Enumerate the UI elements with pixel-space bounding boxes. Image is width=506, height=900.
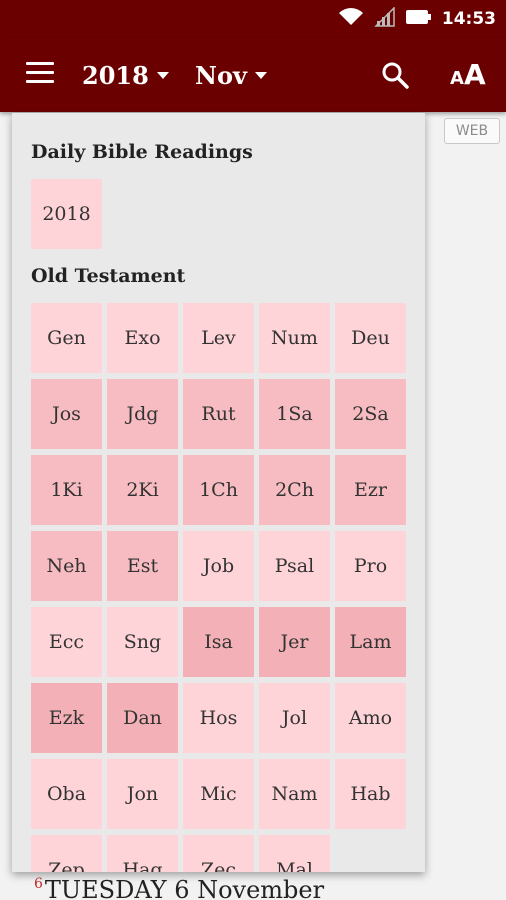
- book-tile-rut[interactable]: Rut: [183, 379, 254, 449]
- date-superscript: 6: [34, 876, 43, 892]
- book-tile-2ch[interactable]: 2Ch: [259, 455, 330, 525]
- font-size-small-glyph: A: [450, 68, 464, 89]
- status-bar: 14:53: [0, 0, 506, 38]
- book-grid: Gen Exo Lev Num Deu Jos Jdg Rut 1Sa 2Sa 1Ki 2Ki 1Ch 2…: [31, 303, 407, 872]
- book-tile-mic[interactable]: Mic: [183, 759, 254, 829]
- book-tile-1ch[interactable]: 1Ch: [183, 455, 254, 525]
- reading-date-heading: 6TUESDAY 6 November: [34, 876, 324, 900]
- book-tile-dan[interactable]: Dan: [107, 683, 178, 753]
- font-size-icon[interactable]: A A: [450, 58, 486, 92]
- book-tile-jol[interactable]: Jol: [259, 683, 330, 753]
- month-dropdown-label: Nov: [195, 60, 247, 90]
- battery-icon: [405, 9, 432, 29]
- book-tile-ezk[interactable]: Ezk: [31, 683, 102, 753]
- book-tile-2ki[interactable]: 2Ki: [107, 455, 178, 525]
- hamburger-menu-icon[interactable]: [26, 62, 54, 84]
- app-bar: 2018 Nov A A: [0, 38, 506, 112]
- book-tile-job[interactable]: Job: [183, 531, 254, 601]
- book-tile-psal[interactable]: Psal: [259, 531, 330, 601]
- book-tile-num[interactable]: Num: [259, 303, 330, 373]
- book-tile-zec[interactable]: Zec: [183, 835, 254, 872]
- book-tile-exo[interactable]: Exo: [107, 303, 178, 373]
- book-tile-1ki[interactable]: 1Ki: [31, 455, 102, 525]
- book-tile-ecc[interactable]: Ecc: [31, 607, 102, 677]
- font-size-big-glyph: A: [463, 58, 486, 91]
- book-tile-hab[interactable]: Hab: [335, 759, 406, 829]
- book-tile-est[interactable]: Est: [107, 531, 178, 601]
- book-tile-amo[interactable]: Amo: [335, 683, 406, 753]
- book-tile-gen[interactable]: Gen: [31, 303, 102, 373]
- year-tile[interactable]: 2018: [31, 179, 102, 249]
- book-tile-jon[interactable]: Jon: [107, 759, 178, 829]
- year-dropdown-label: 2018: [82, 60, 149, 90]
- book-tile-zep[interactable]: Zep: [31, 835, 102, 872]
- book-tile-ezr[interactable]: Ezr: [335, 455, 406, 525]
- book-tile-1sa[interactable]: 1Sa: [259, 379, 330, 449]
- book-tile-hos[interactable]: Hos: [183, 683, 254, 753]
- date-heading-text: TUESDAY 6 November: [44, 876, 325, 900]
- book-tile-lev[interactable]: Lev: [183, 303, 254, 373]
- book-tile-oba[interactable]: Oba: [31, 759, 102, 829]
- book-tile-hag[interactable]: Hag: [107, 835, 178, 872]
- book-tile-pro[interactable]: Pro: [335, 531, 406, 601]
- book-tile-2sa[interactable]: 2Sa: [335, 379, 406, 449]
- book-tile-deu[interactable]: Deu: [335, 303, 406, 373]
- book-tile-lam[interactable]: Lam: [335, 607, 406, 677]
- book-tile-nam[interactable]: Nam: [259, 759, 330, 829]
- cell-signal-icon: [374, 6, 396, 31]
- book-tile-jdg[interactable]: Jdg: [107, 379, 178, 449]
- panel-title: Daily Bible Readings: [31, 141, 253, 163]
- book-tile-neh[interactable]: Neh: [31, 531, 102, 601]
- search-icon[interactable]: [380, 60, 410, 90]
- status-time: 14:53: [441, 9, 496, 29]
- book-picker-panel: Daily Bible Readings 2018 Old Testament …: [12, 113, 425, 872]
- year-dropdown[interactable]: 2018: [82, 56, 169, 94]
- old-testament-heading: Old Testament: [31, 265, 186, 287]
- book-tile-jer[interactable]: Jer: [259, 607, 330, 677]
- wifi-icon: [338, 7, 364, 31]
- book-tile-isa[interactable]: Isa: [183, 607, 254, 677]
- chevron-down-icon: [156, 71, 169, 79]
- translation-badge[interactable]: WEB: [444, 118, 500, 144]
- book-tile-mal[interactable]: Mal: [259, 835, 330, 872]
- month-dropdown[interactable]: Nov: [195, 56, 267, 94]
- chevron-down-icon: [254, 71, 267, 79]
- status-icons: 14:53: [338, 6, 496, 32]
- book-tile-jos[interactable]: Jos: [31, 379, 102, 449]
- book-tile-sng[interactable]: Sng: [107, 607, 178, 677]
